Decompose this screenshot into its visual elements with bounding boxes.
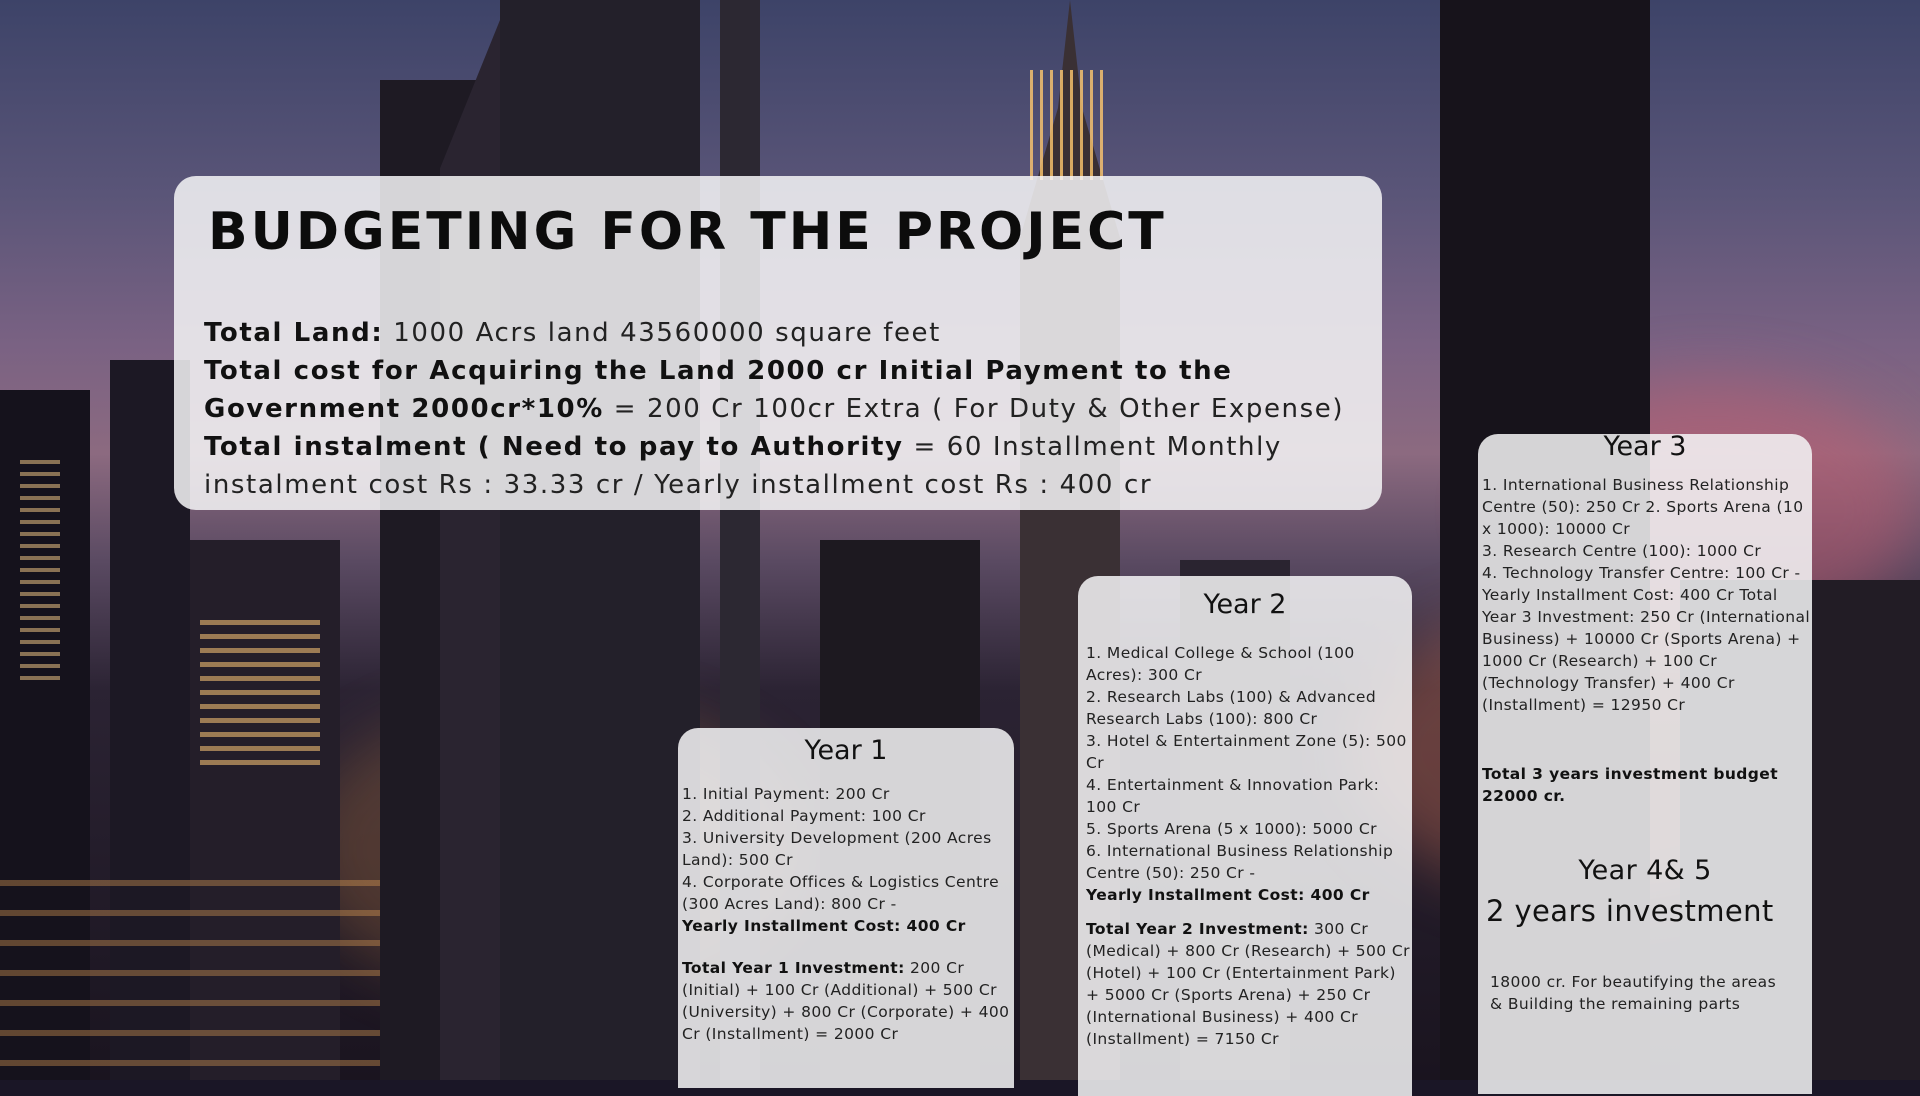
list-item: 1. Medical College & School (100 Acres):… xyxy=(1086,644,1355,684)
list-item: 1. Initial Payment: 200 Cr xyxy=(682,785,890,803)
list-item: 3. Research Centre (100): 1000 Cr xyxy=(1482,542,1762,560)
three-year-total: Total 3 years investment budget 22000 cr… xyxy=(1482,765,1779,805)
year-1-total-label: Total Year 1 Investment: xyxy=(682,959,905,977)
list-item: 4. Entertainment & Innovation Park: 100 … xyxy=(1086,776,1380,816)
year-4-5-heading: Year 4& 5 xyxy=(1578,855,1712,886)
year-1-heading: Year 1 xyxy=(804,735,888,766)
land-cost-value: = 200 Cr 100cr Extra ( For Duty & Other … xyxy=(603,394,1345,424)
year-4-5-text: 18000 cr. For beautifying the areas & Bu… xyxy=(1490,973,1777,1013)
list-item: 5. Sports Arena (5 x 1000): 5000 Cr xyxy=(1086,820,1377,838)
page-title: BUDGETING FOR THE PROJECT xyxy=(208,202,1167,262)
year-3-card: Year 3 1. International Business Relatio… xyxy=(1478,431,1812,1094)
budget-summary-panel: BUDGETING FOR THE PROJECT Total Land: 10… xyxy=(174,176,1382,510)
list-item: 2. Additional Payment: 100 Cr xyxy=(682,807,926,825)
year-3-list: 1. International Business Relationship C… xyxy=(1482,474,1812,716)
year-4-5-subheading: 2 years investment xyxy=(1486,894,1774,928)
year-2-total-label: Total Year 2 Investment: xyxy=(1086,920,1309,938)
list-item: 6. International Business Relationship C… xyxy=(1086,842,1394,882)
list-item: 4. Corporate Offices & Logistics Centre … xyxy=(682,873,1000,913)
year-2-total-value: 300 Cr (Medical) + 800 Cr (Research) + 5… xyxy=(1086,920,1410,1048)
year-1-card: Year 1 1. Initial Payment: 200 Cr 2. Add… xyxy=(678,728,1014,1088)
year-2-installment: Yearly Installment Cost: 400 Cr xyxy=(1086,886,1370,904)
list-item: 3. University Development (200 Acres Lan… xyxy=(682,829,992,869)
year-1-installment: Yearly Installment Cost: 400 Cr xyxy=(682,917,966,935)
budget-summary-text: Total Land: 1000 Acrs land 43560000 squa… xyxy=(204,314,1364,504)
year-2-card: Year 2 1. Medical College & School (100 … xyxy=(1078,576,1412,1096)
list-item: 3. Hotel & Entertainment Zone (5): 500 C… xyxy=(1086,732,1407,772)
total-land-value: 1000 Acrs land 43560000 square feet xyxy=(383,318,941,348)
year-2-heading: Year 2 xyxy=(1203,589,1287,620)
year-1-list: 1. Initial Payment: 200 Cr 2. Additional… xyxy=(682,783,1012,1045)
total-land-label: Total Land: xyxy=(204,318,384,348)
list-item: 4. Technology Transfer Centre: 100 Cr - … xyxy=(1482,564,1811,714)
instalment-label: Total instalment ( Need to pay to Author… xyxy=(204,432,904,462)
list-item: 2. Research Labs (100) & Advanced Resear… xyxy=(1086,688,1377,728)
year-2-list: 1. Medical College & School (100 Acres):… xyxy=(1086,642,1412,1050)
year-3-heading: Year 3 xyxy=(1603,431,1687,462)
list-item: 1. International Business Relationship C… xyxy=(1482,476,1804,538)
